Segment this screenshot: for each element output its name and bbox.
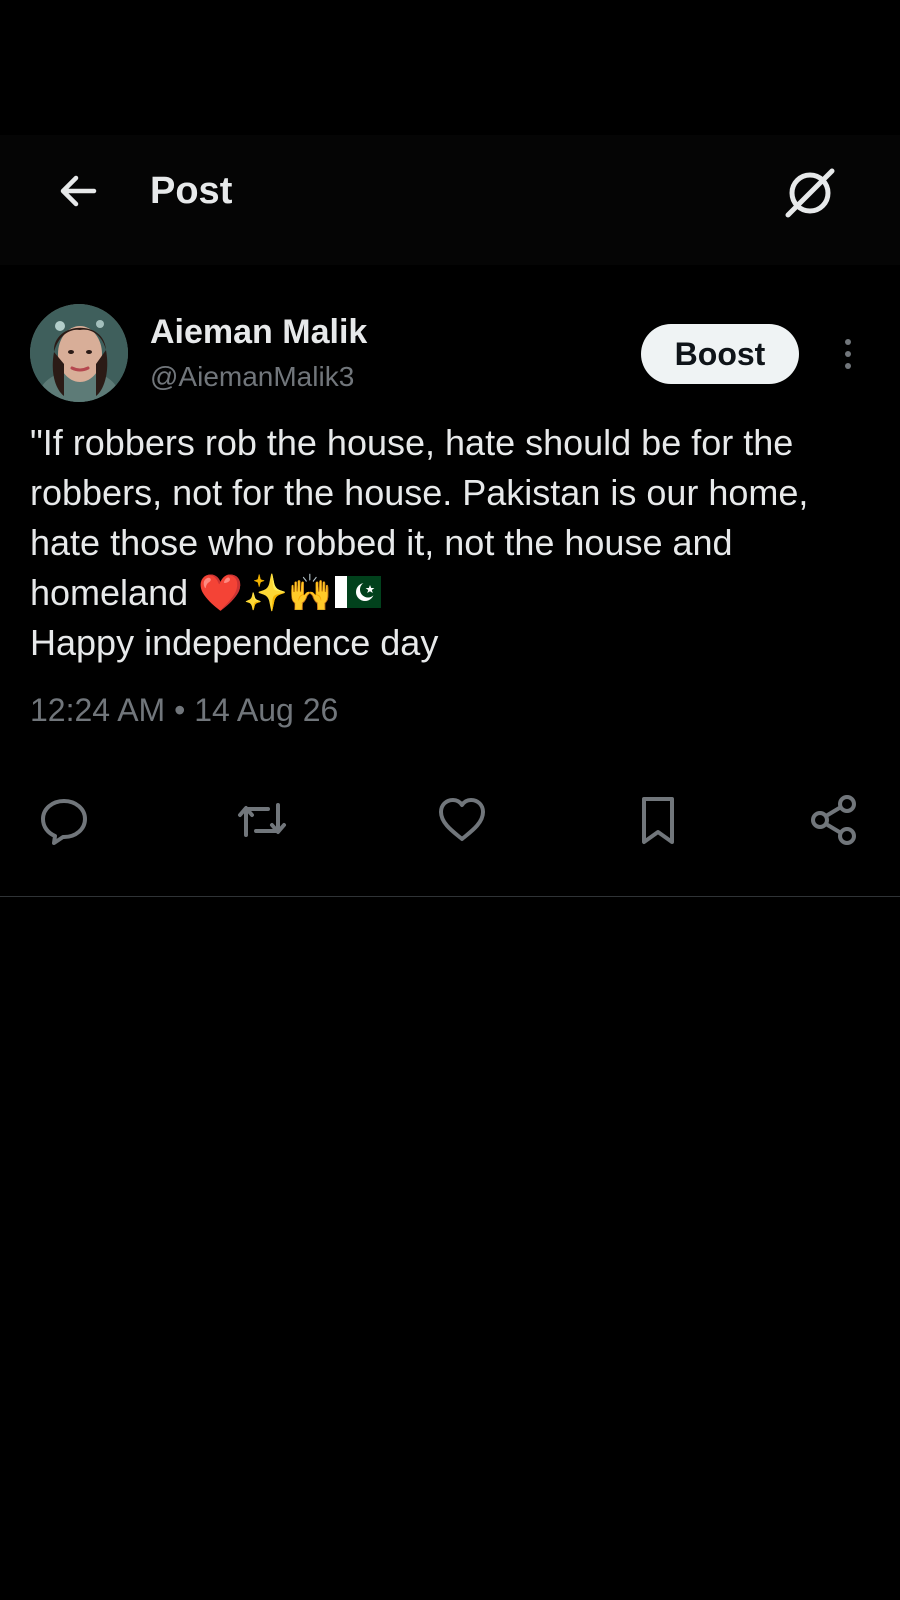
like-button[interactable] xyxy=(432,790,492,850)
bookmark-button[interactable] xyxy=(628,790,688,850)
more-dot-icon xyxy=(845,351,851,357)
heart-icon xyxy=(439,798,485,841)
repost-icon xyxy=(238,803,286,837)
share-icon xyxy=(811,795,856,845)
reply-icon xyxy=(41,799,87,845)
post-text-body: "If robbers rob the house, hate should b… xyxy=(30,422,809,613)
boost-button[interactable]: Boost xyxy=(641,324,799,384)
bookmark-icon xyxy=(642,797,674,844)
grok-button[interactable] xyxy=(780,163,840,223)
post-text-line: "If robbers rob the house, hate should b… xyxy=(30,418,880,618)
avatar-image xyxy=(30,304,128,402)
grok-icon xyxy=(785,168,835,218)
more-options-button[interactable] xyxy=(830,330,866,378)
back-button[interactable] xyxy=(50,163,106,219)
reply-button[interactable] xyxy=(34,790,94,850)
arrow-left-icon xyxy=(60,175,97,207)
top-app-bar: Post xyxy=(0,135,900,265)
author-handle[interactable]: @AiemanMalik3 xyxy=(150,360,354,394)
pakistan-flag-icon xyxy=(334,576,381,608)
post-text: "If robbers rob the house, hate should b… xyxy=(30,418,880,668)
post-text-line: Happy independence day xyxy=(30,622,439,663)
page-title: Post xyxy=(150,170,233,212)
repost-button[interactable] xyxy=(232,790,292,850)
avatar[interactable] xyxy=(30,304,128,402)
action-bar xyxy=(0,790,900,850)
more-dot-icon xyxy=(845,363,851,369)
author-name[interactable]: Aieman Malik xyxy=(150,312,367,352)
share-button[interactable] xyxy=(804,790,864,850)
divider xyxy=(0,896,900,897)
more-dot-icon xyxy=(845,339,851,345)
post-timestamp: 12:24 AM • 14 Aug 26 xyxy=(30,692,339,728)
